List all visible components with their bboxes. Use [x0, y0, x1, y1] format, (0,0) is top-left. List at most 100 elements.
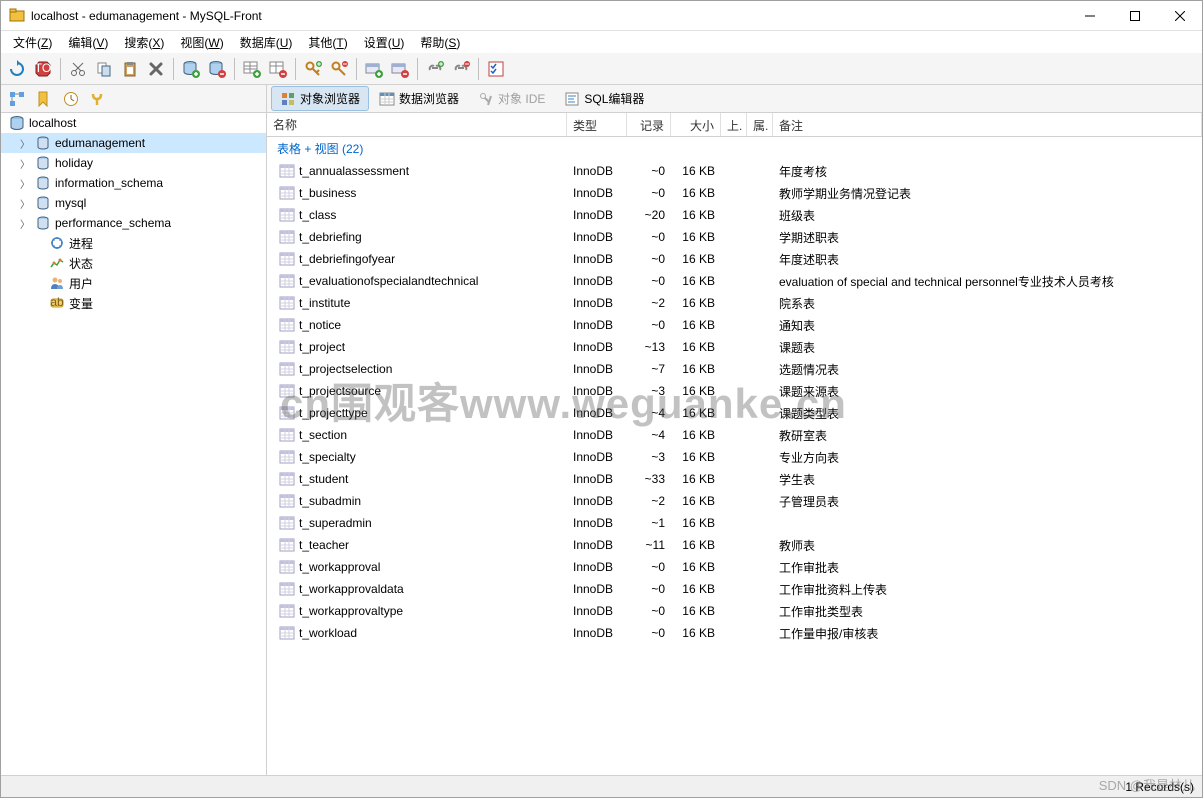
table-row[interactable]: t_projectselectionInnoDB~716 KB选题情况表: [267, 358, 1202, 380]
del-key-button[interactable]: [327, 57, 351, 81]
tab-ide: 对象 IDE: [469, 86, 554, 111]
tree-item-mysql[interactable]: 〉mysql: [1, 193, 266, 213]
table-row[interactable]: t_subadminInnoDB~216 KB子管理员表: [267, 490, 1202, 512]
users-icon: [49, 275, 65, 291]
cell-size: 16 KB: [671, 624, 721, 642]
menu-帮助[interactable]: 帮助(S): [412, 32, 468, 53]
table-row[interactable]: t_superadminInnoDB~116 KB: [267, 512, 1202, 534]
table-row[interactable]: t_workapprovaldataInnoDB~016 KB工作审批资料上传表: [267, 578, 1202, 600]
checklist-button[interactable]: [484, 57, 508, 81]
close-button[interactable]: [1157, 1, 1202, 30]
table-row[interactable]: t_annualassessmentInnoDB~016 KB年度考核: [267, 160, 1202, 182]
table-row[interactable]: t_businessInnoDB~016 KB教师学期业务情况登记表: [267, 182, 1202, 204]
new-key-button[interactable]: [301, 57, 325, 81]
col-attr[interactable]: 属.: [747, 113, 773, 136]
tab-sql[interactable]: SQL编辑器: [555, 86, 653, 111]
expand-icon[interactable]: 〉: [19, 216, 31, 231]
new-table-button[interactable]: [240, 57, 264, 81]
cell-records: ~3: [627, 382, 671, 400]
cut-button[interactable]: [66, 57, 90, 81]
table-row[interactable]: t_noticeInnoDB~016 KB通知表: [267, 314, 1202, 336]
cell-note: 年度述职表: [773, 249, 1202, 270]
tree-item-edumanagement[interactable]: 〉edumanagement: [1, 133, 266, 153]
minimize-button[interactable]: [1067, 1, 1112, 30]
col-size[interactable]: 大小: [671, 113, 721, 136]
process-icon: [49, 235, 65, 251]
menu-编辑[interactable]: 编辑(V): [60, 32, 116, 53]
tree-item-performance_schema[interactable]: 〉performance_schema: [1, 213, 266, 233]
menu-搜索[interactable]: 搜索(X): [116, 32, 172, 53]
table-row[interactable]: t_projectsourceInnoDB~316 KB课题来源表: [267, 380, 1202, 402]
menu-数据库[interactable]: 数据库(U): [232, 32, 301, 53]
bookmark-button[interactable]: [32, 87, 56, 111]
table-row[interactable]: t_specialtyInnoDB~316 KB专业方向表: [267, 446, 1202, 468]
expand-icon[interactable]: 〉: [19, 196, 31, 211]
cell-records: ~2: [627, 492, 671, 510]
tree-label: information_schema: [55, 176, 163, 190]
new-field-button[interactable]: [362, 57, 386, 81]
del-table-button[interactable]: [266, 57, 290, 81]
menu-设置[interactable]: 设置(U): [356, 32, 413, 53]
table-row[interactable]: t_projecttypeInnoDB~416 KB课题类型表: [267, 402, 1202, 424]
paste-button[interactable]: [118, 57, 142, 81]
cell-type: InnoDB: [567, 294, 627, 312]
delete-button[interactable]: [144, 57, 168, 81]
table-row[interactable]: t_projectInnoDB~1316 KB课题表: [267, 336, 1202, 358]
table-row[interactable]: t_studentInnoDB~3316 KB学生表: [267, 468, 1202, 490]
stop-button[interactable]: STOP: [31, 57, 55, 81]
db-icon: [35, 195, 51, 211]
table-row[interactable]: t_debriefingInnoDB~016 KB学期述职表: [267, 226, 1202, 248]
menu-文件[interactable]: 文件(Z): [5, 32, 60, 53]
expand-icon[interactable]: 〉: [19, 136, 31, 151]
new-db-button[interactable]: [179, 57, 203, 81]
del-link-button[interactable]: [449, 57, 473, 81]
table-row[interactable]: t_debriefingofyearInnoDB~016 KB年度述职表: [267, 248, 1202, 270]
tab-object[interactable]: 对象浏览器: [271, 86, 369, 111]
cell-note: 选题情况表: [773, 359, 1202, 380]
table-row[interactable]: t_evaluationofspecialandtechnicalInnoDB~…: [267, 270, 1202, 292]
del-field-button[interactable]: [388, 57, 412, 81]
table-icon: [279, 273, 295, 289]
col-updated[interactable]: 上.: [721, 113, 747, 136]
tree-host[interactable]: localhost: [1, 113, 266, 133]
history-button[interactable]: [59, 87, 83, 111]
tree-item-状态[interactable]: 状态: [1, 253, 266, 273]
table-row[interactable]: t_teacherInnoDB~1116 KB教师表: [267, 534, 1202, 556]
new-link-button[interactable]: [423, 57, 447, 81]
tree-mode-button[interactable]: [5, 87, 29, 111]
tree-item-进程[interactable]: 进程: [1, 233, 266, 253]
copy-button[interactable]: [92, 57, 116, 81]
cell-type: InnoDB: [567, 250, 627, 268]
status-bar: 1 Records(s): [1, 775, 1202, 797]
table-row[interactable]: t_instituteInnoDB~216 KB院系表: [267, 292, 1202, 314]
tree-item-information_schema[interactable]: 〉 information_schema: [1, 173, 266, 193]
table-row[interactable]: t_workapprovaltypeInnoDB~016 KB工作审批类型表: [267, 600, 1202, 622]
menu-其他[interactable]: 其他(T): [300, 32, 355, 53]
table-row[interactable]: t_classInnoDB~2016 KB班级表: [267, 204, 1202, 226]
refresh-button[interactable]: [5, 57, 29, 81]
table-row[interactable]: t_workapprovalInnoDB~016 KB工作审批表: [267, 556, 1202, 578]
col-name[interactable]: 名称: [267, 113, 567, 136]
col-note[interactable]: 备注: [773, 113, 1202, 136]
cell-records: ~7: [627, 360, 671, 378]
content-panel: 名称 类型 记录 大小 上. 属. 备注 表格 + 视图 (22) t_annu…: [267, 113, 1202, 775]
table-row[interactable]: t_workloadInnoDB~016 KB工作量申报/审核表: [267, 622, 1202, 644]
cell-note: 课题表: [773, 337, 1202, 358]
filter-button[interactable]: [86, 87, 110, 111]
tab-data[interactable]: 数据浏览器: [370, 86, 468, 111]
col-records[interactable]: 记录: [627, 113, 671, 136]
cell-records: ~0: [627, 184, 671, 202]
tree-item-用户[interactable]: 用户: [1, 273, 266, 293]
cell-note: 工作审批类型表: [773, 601, 1202, 622]
tree-item-holiday[interactable]: 〉holiday: [1, 153, 266, 173]
col-type[interactable]: 类型: [567, 113, 627, 136]
expand-icon[interactable]: 〉: [19, 176, 31, 191]
grid-summary[interactable]: 表格 + 视图 (22): [267, 137, 1202, 160]
table-row[interactable]: t_sectionInnoDB~416 KB教研室表: [267, 424, 1202, 446]
tree-item-变量[interactable]: ab变量: [1, 293, 266, 313]
del-db-button[interactable]: [205, 57, 229, 81]
maximize-button[interactable]: [1112, 1, 1157, 30]
expand-icon[interactable]: 〉: [19, 156, 31, 171]
menu-视图[interactable]: 视图(W): [172, 32, 231, 53]
cell-note: 学生表: [773, 469, 1202, 490]
